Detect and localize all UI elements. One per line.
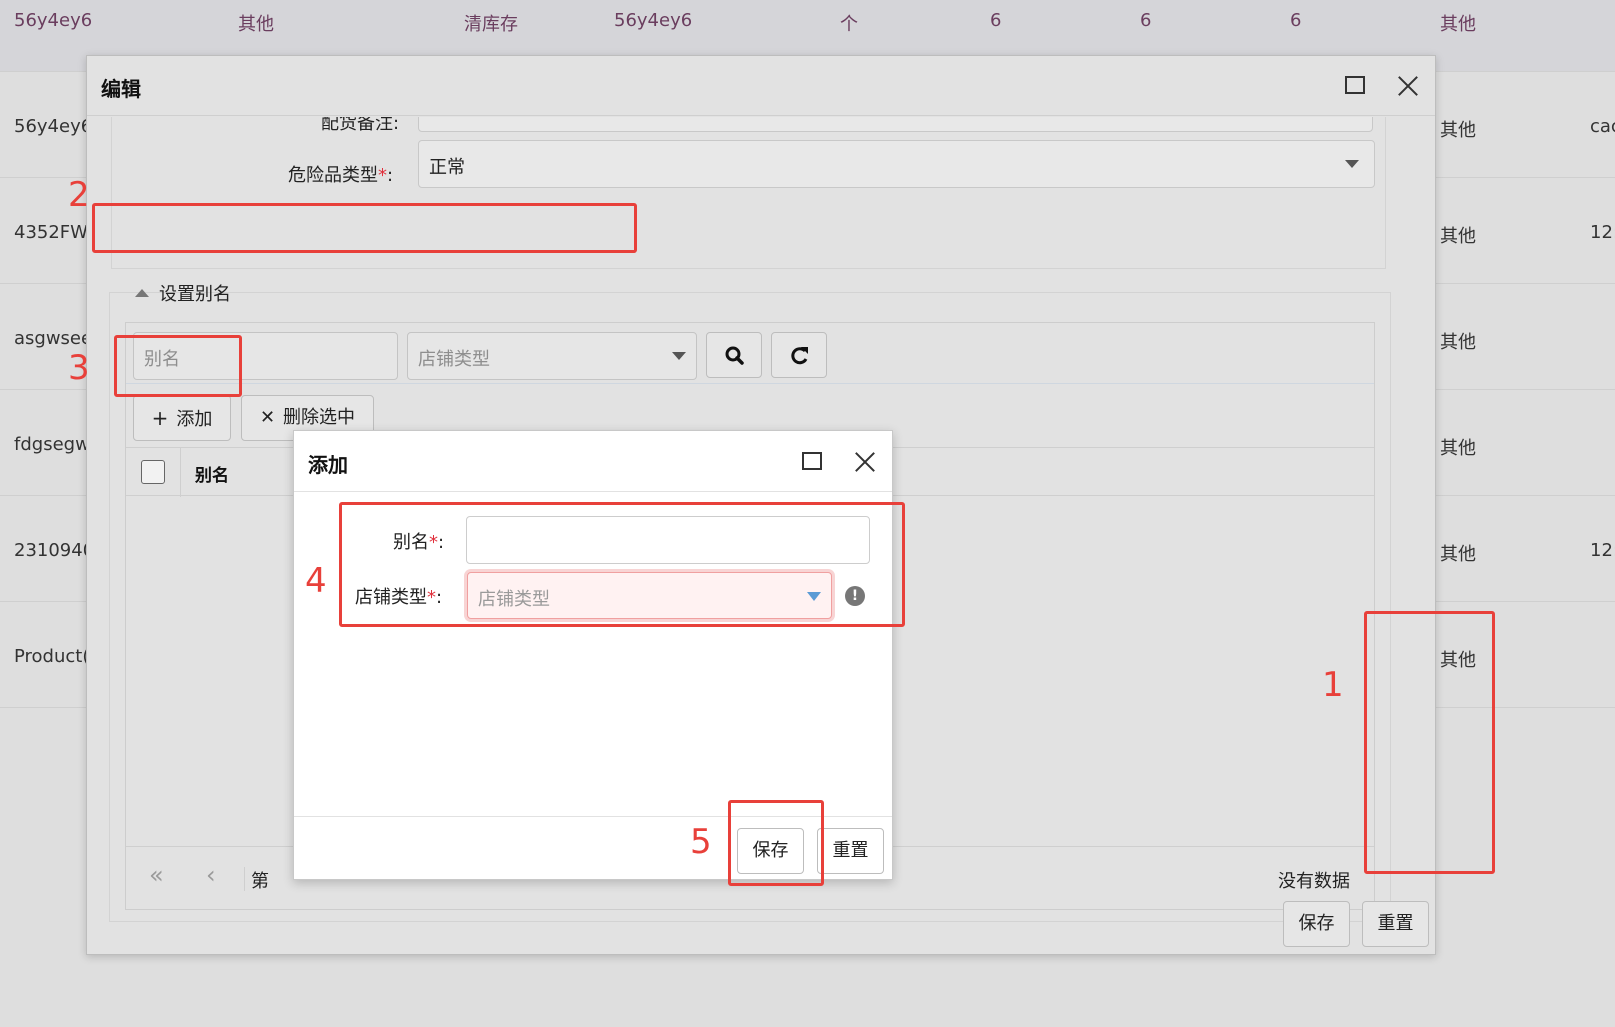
add-reset-button[interactable]: 重置 <box>817 828 884 874</box>
chevron-down-icon <box>672 352 686 360</box>
table-cell: 其他 <box>1440 332 1476 353</box>
table-cell: 6 <box>1140 10 1152 31</box>
prev-page-icon[interactable]: ‹ <box>206 861 216 889</box>
table-cell: 56y4ey6 <box>14 116 93 137</box>
page-label: 第 <box>251 871 269 892</box>
table-cell: 56y4ey6 <box>614 10 693 31</box>
no-data-text: 没有数据 <box>1278 871 1350 892</box>
close-icon: ✕ <box>259 407 276 428</box>
search-icon <box>725 346 744 365</box>
plus-icon: + <box>151 406 169 430</box>
table-cell: 个 <box>840 14 858 35</box>
select-all-checkbox[interactable] <box>141 460 165 484</box>
maximize-icon[interactable] <box>1345 76 1365 94</box>
add-dialog-header: 添加 <box>294 431 892 492</box>
table-cell: 其他 <box>1440 14 1476 35</box>
close-icon[interactable] <box>854 451 876 473</box>
table-cell: 其他 <box>1440 226 1476 247</box>
refresh-icon <box>791 347 808 365</box>
annotation-number-2: 2 <box>68 175 90 215</box>
table-cell: 12: <box>1590 540 1615 561</box>
annotation-box-4 <box>339 502 905 627</box>
table-cell: cac <box>1590 116 1615 137</box>
edit-save-button[interactable]: 保存 <box>1283 901 1350 947</box>
table-cell: 6 <box>1290 10 1302 31</box>
edit-dialog-title: 编辑 <box>101 77 141 101</box>
toolbar-divider <box>126 383 1374 384</box>
table-cell: 其他 <box>1440 438 1476 459</box>
edit-reset-button[interactable]: 重置 <box>1362 901 1429 947</box>
hazard-type-label: 危险品类型*: <box>288 165 394 186</box>
table-cell: 清库存 <box>464 14 518 35</box>
annotation-box-5 <box>728 800 824 886</box>
table-cell: 2310940 <box>14 540 95 561</box>
maximize-icon[interactable] <box>802 452 822 470</box>
table-cell: 其他 <box>238 14 274 35</box>
distribution-remark-input[interactable] <box>418 117 1373 132</box>
add-dialog-title: 添加 <box>308 453 348 477</box>
table-cell: 4352FW <box>14 222 88 243</box>
table-cell: 其他 <box>1440 120 1476 141</box>
collapse-icon <box>135 289 149 297</box>
annotation-number-5: 5 <box>690 822 712 862</box>
edit-dialog-header: 编辑 <box>87 56 1435 116</box>
annotation-box-1 <box>1364 611 1495 874</box>
distribution-remark-label: 配货备注: <box>321 117 400 134</box>
table-cell: Product( <box>14 646 90 667</box>
annotation-box-3 <box>114 335 242 397</box>
column-header-alias[interactable]: 别名 <box>195 461 229 486</box>
annotation-number-1: 1 <box>1322 665 1344 705</box>
table-cell: 其他 <box>1440 544 1476 565</box>
annotation-number-3: 3 <box>68 348 90 388</box>
refresh-button[interactable] <box>771 332 827 378</box>
chevron-down-icon <box>1345 160 1359 168</box>
add-button[interactable]: + 添加 <box>133 395 231 441</box>
annotation-box-2 <box>92 203 637 253</box>
table-cell: 12: <box>1590 222 1615 243</box>
table-cell: fdgsegw <box>14 434 90 455</box>
hazard-type-select[interactable]: 正常 <box>418 140 1375 188</box>
table-cell: 6 <box>990 10 1002 31</box>
first-page-icon[interactable]: « <box>149 861 164 889</box>
table-cell: 56y4ey6 <box>14 10 93 31</box>
table-cell: asgwsee <box>14 328 93 349</box>
alias-section-header[interactable]: 设置别名 <box>135 280 231 306</box>
search-button[interactable] <box>706 332 762 378</box>
close-icon[interactable] <box>1397 75 1419 97</box>
shop-type-search-select[interactable]: 店铺类型 <box>407 332 697 380</box>
annotation-number-4: 4 <box>305 561 327 601</box>
